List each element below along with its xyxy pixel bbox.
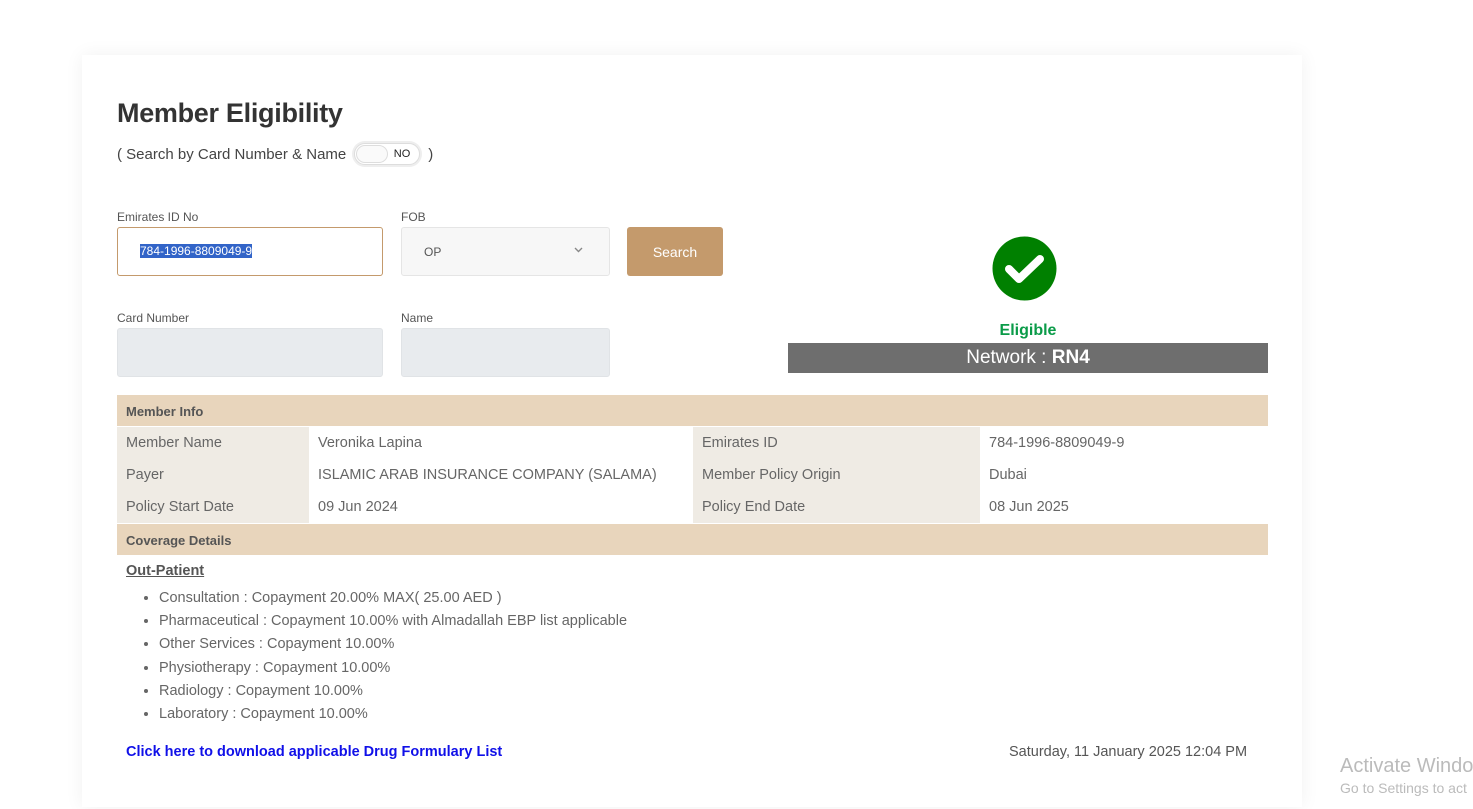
chevron-down-icon (574, 247, 583, 253)
fob-label: FOB (401, 210, 426, 224)
field-value: Veronika Lapina (318, 435, 422, 451)
card-number-label: Card Number (117, 311, 190, 325)
page-title: Member Eligibility (117, 98, 343, 128)
coverage-item: Pharmaceutical : Copayment 10.00% with A… (159, 610, 627, 633)
field-value: ISLAMIC ARAB INSURANCE COMPANY (SALAMA) (318, 467, 657, 483)
search-button[interactable]: Search (627, 227, 723, 276)
field-label: Member Policy Origin (693, 459, 980, 491)
coverage-item: Physiotherapy : Copayment 10.00% (159, 657, 627, 680)
coverage-list: Consultation : Copayment 20.00% MAX( 25.… (159, 587, 627, 726)
coverage-item: Consultation : Copayment 20.00% MAX( 25.… (159, 587, 627, 610)
fob-value: OP (424, 245, 442, 259)
network-label: Network : (966, 347, 1052, 368)
table-row: Member Name Veronika Lapina Emirates ID 784… (117, 427, 1268, 459)
search-mode-label: ( Search by Card Number & Name (117, 145, 347, 163)
activate-windows-watermark: Activate Windo (1340, 755, 1473, 777)
download-formulary-link[interactable]: Click here to download applicable Drug F… (126, 744, 502, 760)
field-label: Payer (117, 459, 309, 491)
coverage-item: Radiology : Copayment 10.00% (159, 680, 627, 703)
field-label: Emirates ID (693, 427, 980, 459)
card-number-input[interactable] (117, 328, 383, 377)
out-patient-heading: Out-Patient (126, 563, 205, 579)
member-info-header: Member Info (117, 395, 1268, 426)
name-label: Name (401, 311, 434, 325)
field-label: Member Name (117, 427, 309, 459)
field-label: Policy Start Date (117, 491, 309, 523)
coverage-details-header: Coverage Details (117, 524, 1268, 555)
toggle-text: NO (393, 148, 411, 160)
search-mode-close: ) (428, 145, 434, 163)
coverage-item: Other Services : Copayment 10.00% (159, 633, 627, 656)
network-value: RN4 (1051, 347, 1090, 368)
name-input[interactable] (401, 328, 610, 377)
table-row: Payer ISLAMIC ARAB INSURANCE COMPANY (SAL… (117, 459, 1268, 491)
member-info-table: Member Name Veronika Lapina Emirates ID 784… (117, 427, 1268, 523)
emirates-id-value: 784-1996-8809049-9 (140, 244, 253, 258)
field-label: Policy End Date (693, 491, 980, 523)
fob-select[interactable]: OP (401, 227, 610, 276)
search-mode-toggle[interactable]: NO (354, 143, 421, 165)
field-value: 09 Jun 2024 (318, 499, 398, 515)
field-value: 784-1996-8809049-9 (989, 435, 1125, 451)
coverage-item: Laboratory : Copayment 10.00% (159, 703, 627, 726)
check-circle-icon (992, 236, 1057, 301)
field-value: Dubai (989, 467, 1027, 483)
emirates-id-label: Emirates ID No (117, 210, 199, 224)
field-value: 08 Jun 2025 (989, 499, 1069, 515)
activate-windows-subtext: Go to Settings to act (1340, 780, 1467, 796)
emirates-id-input[interactable]: 784-1996-8809049-9 (117, 227, 383, 276)
table-row: Policy Start Date 09 Jun 2024 Policy End D… (117, 491, 1268, 523)
toggle-knob (356, 145, 389, 163)
network-banner: Network : RN4 (788, 343, 1268, 373)
eligibility-status: Eligible (999, 322, 1057, 339)
timestamp: Saturday, 11 January 2025 12:04 PM (1009, 744, 1248, 760)
search-mode-row: ( Search by Card Number & Name NO ) (117, 143, 433, 165)
